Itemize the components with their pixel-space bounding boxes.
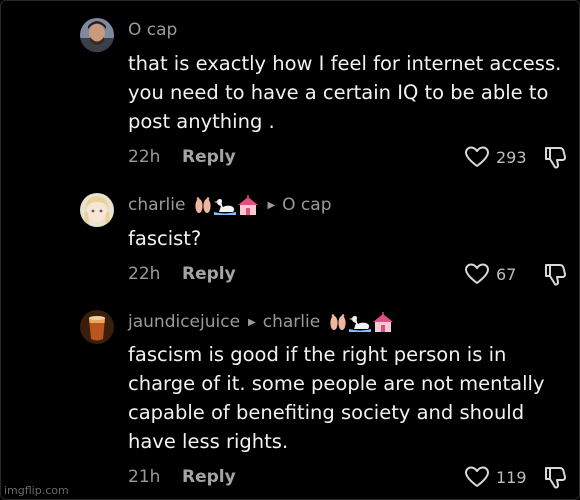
comment-text: fascist?: [128, 227, 202, 250]
comment-text: that is exactly how I feel for internet …: [128, 52, 562, 133]
username-emojis: [328, 312, 394, 332]
like-count: 67: [496, 264, 517, 284]
chapel-emoji-icon: [373, 312, 394, 332]
dislike-icon[interactable]: [542, 144, 568, 170]
feet-emoji-icon: [195, 197, 212, 213]
reply-arrow-icon: ▶: [267, 199, 276, 211]
avatar[interactable]: [80, 18, 114, 52]
timestamp: 22h: [128, 147, 161, 167]
reply-button[interactable]: Reply: [182, 264, 236, 284]
username-row: jaundicejuice ▶ charlie: [128, 310, 394, 334]
heart-icon[interactable]: [464, 465, 490, 489]
reactions: 67: [464, 261, 568, 287]
username-row: O cap: [128, 18, 177, 42]
swan-emoji-icon: [349, 316, 372, 332]
reply-arrow-icon: ▶: [248, 316, 256, 328]
comment-item: O cap that is exactly how I feel for int…: [80, 18, 568, 178]
comment-meta: 22h Reply 293: [128, 144, 568, 170]
timestamp: 21h: [128, 467, 161, 487]
comment-meta: 21h Reply 119: [128, 464, 568, 490]
reactions: 293: [464, 144, 568, 170]
comment-meta: 22h Reply 67: [128, 261, 568, 287]
timestamp: 22h: [128, 264, 161, 284]
like-count: 119: [496, 467, 527, 487]
comment-item: charlie ▶ O cap fascist? 22h Reply 67: [80, 193, 568, 293]
comment-text: fascism is good if the right person is i…: [128, 343, 545, 453]
like-count: 293: [496, 147, 527, 167]
reply-to-username[interactable]: charlie: [263, 312, 320, 332]
reply-to-username[interactable]: O cap: [282, 195, 331, 215]
username[interactable]: charlie: [128, 195, 185, 215]
heart-icon[interactable]: [464, 262, 490, 286]
watermark: imgflip.com: [4, 484, 69, 497]
username[interactable]: O cap: [128, 20, 177, 40]
avatar[interactable]: [80, 310, 114, 344]
reply-button[interactable]: Reply: [182, 467, 236, 487]
swan-emoji-icon: [214, 199, 237, 215]
comment-item: jaundicejuice ▶ charlie fascism is good …: [80, 310, 568, 494]
feet-emoji-icon: [330, 314, 346, 330]
reactions: 119: [464, 464, 568, 490]
dislike-icon[interactable]: [542, 261, 568, 287]
username-emojis: [193, 195, 259, 215]
username[interactable]: jaundicejuice: [128, 312, 240, 332]
reply-button[interactable]: Reply: [182, 147, 236, 167]
dislike-icon[interactable]: [542, 464, 568, 490]
heart-icon[interactable]: [464, 145, 490, 169]
username-row: charlie ▶ O cap: [128, 193, 331, 217]
avatar[interactable]: [80, 193, 114, 227]
chapel-emoji-icon: [238, 195, 259, 215]
